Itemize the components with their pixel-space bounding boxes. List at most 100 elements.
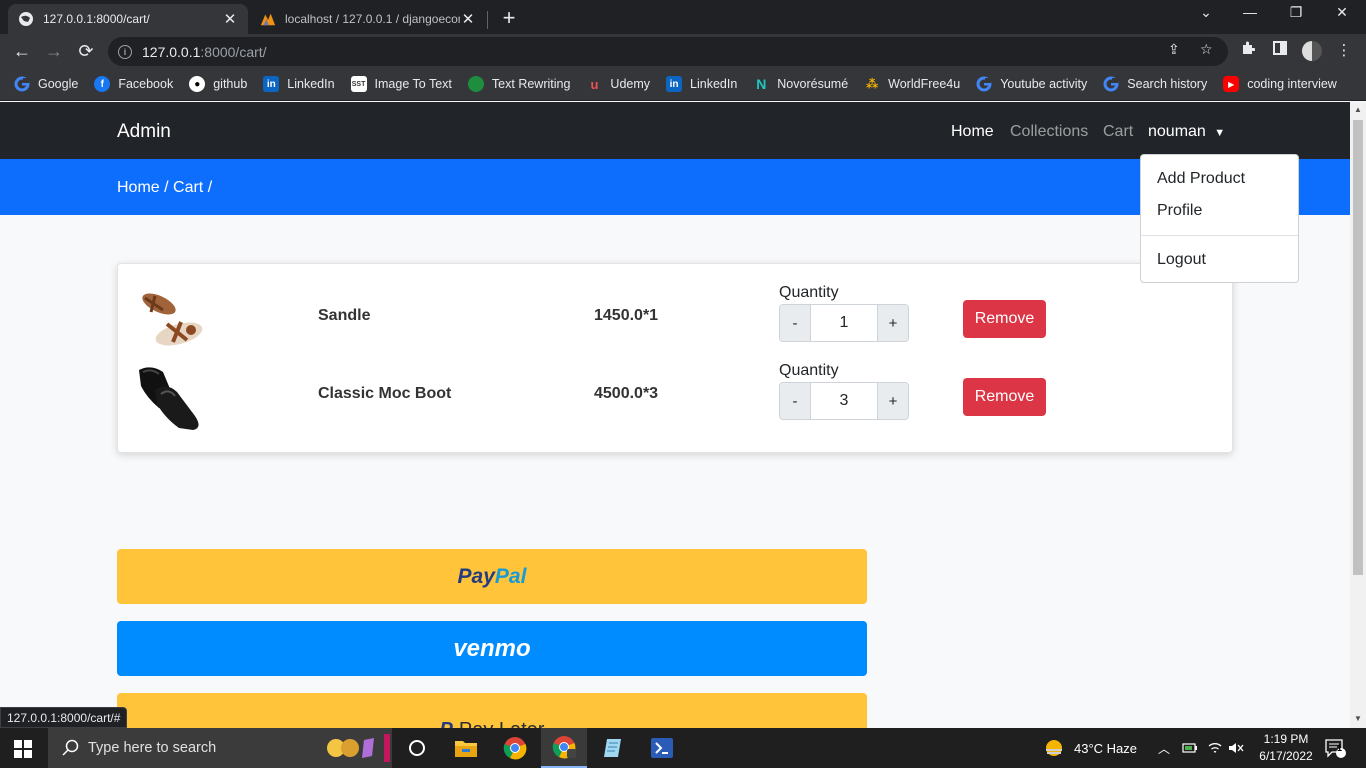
bookmarks-bar: Google f Facebook ● github in LinkedIn SST I… xyxy=(0,68,1366,101)
product-image-boot xyxy=(133,362,205,432)
haze-sun-icon xyxy=(1046,740,1062,756)
remove-button[interactable]: Remove xyxy=(963,378,1046,416)
quantity-input[interactable]: 1 xyxy=(811,305,877,341)
forward-arrow-icon[interactable]: → xyxy=(43,40,65,62)
scroll-up-arrow-icon[interactable]: ▲ xyxy=(1350,105,1366,114)
linkedin-icon: in xyxy=(263,76,280,92)
dropdown-item-add-product[interactable]: Add Product xyxy=(1157,170,1245,188)
tab-phpmyadmin[interactable]: localhost / 127.0.0.1 / djangoecom ✕ xyxy=(250,4,486,34)
bookmark-google[interactable]: Google xyxy=(14,76,78,92)
paypal-p-icon: P xyxy=(440,719,453,728)
bookmark-udemy[interactable]: u Udemy xyxy=(586,76,650,92)
novoresume-icon: N xyxy=(756,76,767,92)
increment-button[interactable]: + xyxy=(877,383,908,419)
close-tab-icon[interactable]: ✕ xyxy=(222,10,238,28)
taskbar-clock[interactable]: 1:19 PM 6/17/2022 xyxy=(1254,731,1318,765)
profile-avatar[interactable] xyxy=(1302,41,1322,61)
weather-widget[interactable]: 43°C Haze xyxy=(1044,728,1137,768)
nav-link-cart[interactable]: Cart xyxy=(1103,123,1133,141)
tray-chevron-icon[interactable]: ︿ xyxy=(1158,728,1170,768)
address-bar[interactable]: i 127.0.0.1:8000/cart/ xyxy=(108,37,1228,66)
dropdown-item-profile[interactable]: Profile xyxy=(1157,202,1202,220)
page-viewport: Admin Home Collections Cart nouman ▼ Hom… xyxy=(0,102,1350,728)
status-link-preview: 127.0.0.1:8000/cart/# xyxy=(0,707,128,728)
product-price: 4500.0*3 xyxy=(594,385,659,402)
nav-link-home[interactable]: Home xyxy=(951,123,994,141)
bookmark-coding-interview[interactable]: ▶ coding interview xyxy=(1223,76,1337,92)
increment-button[interactable]: + xyxy=(877,305,908,341)
product-name: Sandle xyxy=(318,307,371,324)
navbar-brand[interactable]: Admin xyxy=(117,121,171,143)
bookmark-facebook[interactable]: f Facebook xyxy=(94,76,173,92)
decrement-button[interactable]: - xyxy=(780,383,811,419)
bookmark-text-rewriting[interactable]: Text Rewriting xyxy=(467,76,570,92)
share-icon[interactable]: ⇪ xyxy=(1168,41,1180,58)
powershell-icon[interactable] xyxy=(639,728,685,768)
bookmark-search-history[interactable]: Search history xyxy=(1103,76,1207,92)
product-image-sandal xyxy=(133,284,205,354)
bookmark-worldfree4u[interactable]: ⁂ WorldFree4u xyxy=(864,76,960,92)
bookmark-youtube-activity[interactable]: Youtube activity xyxy=(976,76,1087,92)
bookmark-novoresume[interactable]: N Novorésumé xyxy=(753,76,848,92)
weather-text: 43°C Haze xyxy=(1074,740,1138,756)
product-name: Classic Moc Boot xyxy=(318,385,452,402)
decrement-button[interactable]: - xyxy=(780,305,811,341)
globe-icon xyxy=(18,11,34,27)
windows-start-icon[interactable] xyxy=(14,740,32,758)
site-navbar: Admin Home Collections Cart nouman ▼ xyxy=(0,102,1350,159)
dropdown-item-logout[interactable]: Logout xyxy=(1157,251,1206,269)
tab-cart[interactable]: 127.0.0.1:8000/cart/ ✕ xyxy=(8,4,248,34)
paypal-button[interactable]: PayPal xyxy=(117,549,867,604)
volume-muted-icon[interactable] xyxy=(1228,728,1244,768)
bookmark-star-icon[interactable]: ☆ xyxy=(1200,41,1213,58)
youtube-icon: ▶ xyxy=(1223,76,1240,92)
reload-icon[interactable]: ⟳ xyxy=(75,40,97,62)
quantity-input[interactable]: 3 xyxy=(811,383,877,419)
quantity-label: Quantity xyxy=(779,362,839,379)
info-icon[interactable]: i xyxy=(118,44,132,59)
tab-divider xyxy=(487,11,488,29)
chrome-profile-icon[interactable] xyxy=(541,728,587,768)
windows-taskbar: Type here to search 43°C Haze ︿ 1:19 PM … xyxy=(0,728,1366,768)
leaf-icon xyxy=(467,76,484,92)
venmo-button[interactable]: venmo xyxy=(117,621,867,676)
phpmyadmin-icon xyxy=(260,11,276,27)
worldfree-icon: ⁂ xyxy=(866,77,879,91)
dropdown-divider xyxy=(1141,235,1298,236)
nav-link-collections[interactable]: Collections xyxy=(1010,123,1088,141)
tab-search-icon[interactable]: ⌄ xyxy=(1186,4,1226,21)
notification-center-icon[interactable]: 1 xyxy=(1324,728,1346,768)
notepad-icon[interactable] xyxy=(590,728,636,768)
bookmark-linkedin[interactable]: in LinkedIn xyxy=(263,76,335,92)
file-explorer-icon[interactable] xyxy=(443,728,489,768)
tab-title: localhost / 127.0.0.1 / djangoecom xyxy=(285,12,460,26)
bookmark-image-to-text[interactable]: SST Image To Text xyxy=(350,76,452,92)
task-view-icon[interactable] xyxy=(394,728,440,768)
pay-later-button[interactable]: PPay Later xyxy=(117,693,867,728)
page-scrollbar[interactable]: ▲ ▼ xyxy=(1350,102,1366,728)
google-icon xyxy=(976,76,992,92)
minimize-button[interactable]: — xyxy=(1230,4,1270,20)
close-window-button[interactable]: ✕ xyxy=(1322,4,1362,21)
close-tab-icon[interactable]: ✕ xyxy=(460,10,476,28)
new-tab-button[interactable]: + xyxy=(498,5,520,31)
extensions-puzzle-icon[interactable] xyxy=(1238,41,1258,59)
quantity-stepper: - 1 + xyxy=(779,304,909,342)
quantity-label: Quantity xyxy=(779,284,839,301)
scroll-thumb[interactable] xyxy=(1353,120,1363,575)
wifi-icon[interactable] xyxy=(1207,728,1223,768)
back-arrow-icon[interactable]: ← xyxy=(11,40,33,62)
venmo-logo: venmo xyxy=(453,634,531,662)
menu-kebab-icon[interactable]: ⋮ xyxy=(1334,41,1354,59)
bookmark-github[interactable]: ● github xyxy=(189,76,247,92)
user-dropdown-toggle[interactable]: nouman ▼ xyxy=(1148,123,1225,141)
user-name: nouman xyxy=(1148,123,1206,140)
browser-toolbar: ← → ⟳ i 127.0.0.1:8000/cart/ ⇪ ☆ ⋮ xyxy=(0,34,1366,68)
side-panel-icon[interactable] xyxy=(1270,41,1290,59)
scroll-down-arrow-icon[interactable]: ▼ xyxy=(1350,714,1366,723)
bookmark-linkedin-2[interactable]: in LinkedIn xyxy=(666,76,737,92)
battery-icon[interactable] xyxy=(1182,728,1198,768)
remove-button[interactable]: Remove xyxy=(963,300,1046,338)
chrome-icon[interactable] xyxy=(492,728,538,768)
restore-button[interactable]: ❐ xyxy=(1276,4,1316,21)
